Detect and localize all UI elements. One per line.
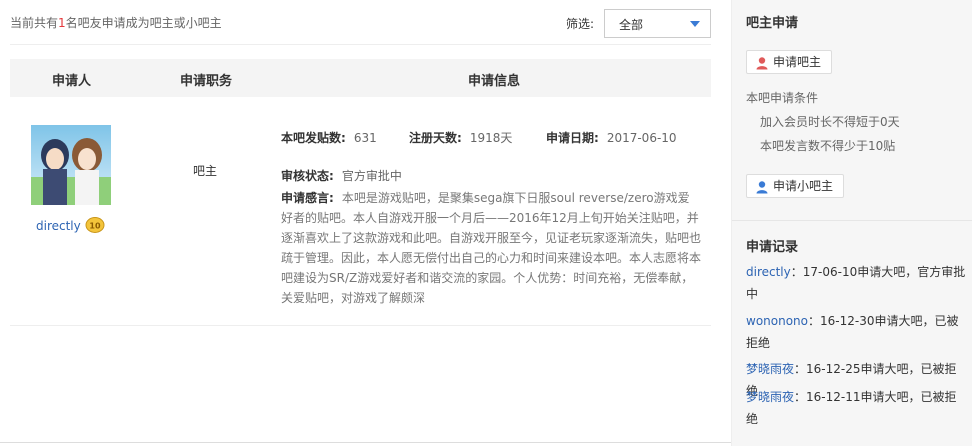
level-number: 10 (89, 222, 101, 231)
column-header-applicant: 申请人 (52, 74, 92, 89)
reason-label: 申请感言: (281, 191, 334, 205)
user-icon (755, 55, 769, 70)
review-status: 审核状态: 官方审批中 (281, 167, 402, 184)
main-panel: 当前共有1名吧友申请成为吧主或小吧主 筛选: 全部 申请人 申请职务 申请信息 (0, 0, 731, 446)
records-section-title: 申请记录 (746, 240, 799, 255)
date-value: 2017-06-10 (606, 131, 677, 145)
filter-select[interactable]: 全部 (604, 9, 711, 38)
list-item: directly：17-06-10申请大吧，官方审批中 (746, 261, 968, 305)
table-header: 申请人 申请职务 申请信息 (10, 59, 711, 97)
record-user-link[interactable]: directly (746, 265, 791, 279)
divider (10, 44, 711, 45)
posts-label: 本吧发贴数: (281, 131, 346, 145)
application-summary: 当前共有1名吧友申请成为吧主或小吧主 (10, 14, 222, 31)
sidebar: 吧主申请 申请吧主 本吧申请条件 加入会员时长不得短于0天 本吧发言数不得少于1… (731, 0, 972, 446)
record-user-link[interactable]: wononono (746, 314, 808, 328)
reg-days-value: 1918天 (469, 131, 513, 145)
applied-position: 吧主 (193, 164, 218, 178)
apply-master-button[interactable]: 申请吧主 (746, 50, 833, 74)
summary-prefix: 当前共有 (10, 16, 59, 30)
divider (10, 325, 711, 326)
record-user-link[interactable]: 梦晓雨夜 (746, 362, 794, 376)
column-header-info: 申请信息 (468, 74, 521, 89)
apply-section-title: 吧主申请 (746, 16, 799, 31)
conditions-title: 本吧申请条件 (746, 91, 819, 105)
date-label: 申请日期: (546, 131, 599, 145)
status-label: 审核状态: (281, 169, 334, 183)
list-item: 梦晓雨夜：16-12-11申请大吧，已被拒绝 (746, 386, 968, 430)
avatar[interactable] (31, 125, 111, 205)
record-user-link[interactable]: 梦晓雨夜 (746, 390, 794, 404)
applicant-count: 1 (58, 16, 66, 30)
registration-days: 注册天数: 1918天 (409, 129, 512, 146)
summary-suffix: 名吧友申请成为吧主或小吧主 (65, 16, 222, 30)
divider (732, 220, 972, 221)
level-badge-icon: 10 (85, 216, 105, 234)
posts-count: 本吧发贴数: 631 (281, 129, 377, 146)
condition-posts: 本吧发言数不得少于10贴 (760, 139, 896, 153)
application-date: 申请日期: 2017-06-10 (546, 129, 677, 146)
reason-text: 本吧是游戏贴吧，是聚集sega旗下日服soul reverse/zero游戏爱好… (281, 191, 702, 305)
status-value: 官方审批中 (341, 169, 402, 183)
divider (0, 442, 731, 443)
caret-down-icon (690, 21, 700, 27)
apply-minor-master-button[interactable]: 申请小吧主 (746, 174, 845, 198)
reg-days-label: 注册天数: (409, 131, 462, 145)
posts-value: 631 (353, 131, 377, 145)
user-icon (755, 179, 769, 194)
column-header-position: 申请职务 (180, 74, 233, 89)
applicant-username[interactable]: directly (36, 219, 81, 233)
filter-label: 筛选: (566, 17, 595, 31)
application-reason: 申请感言: 本吧是游戏贴吧，是聚集sega旗下日服soul reverse/zer… (281, 188, 701, 308)
apply-master-label: 申请吧主 (773, 55, 822, 69)
condition-membership: 加入会员时长不得短于0天 (760, 115, 900, 129)
filter-selected-value: 全部 (619, 18, 644, 32)
list-item: wononono：16-12-30申请大吧，已被拒绝 (746, 310, 968, 354)
apply-minor-label: 申请小吧主 (773, 179, 834, 193)
